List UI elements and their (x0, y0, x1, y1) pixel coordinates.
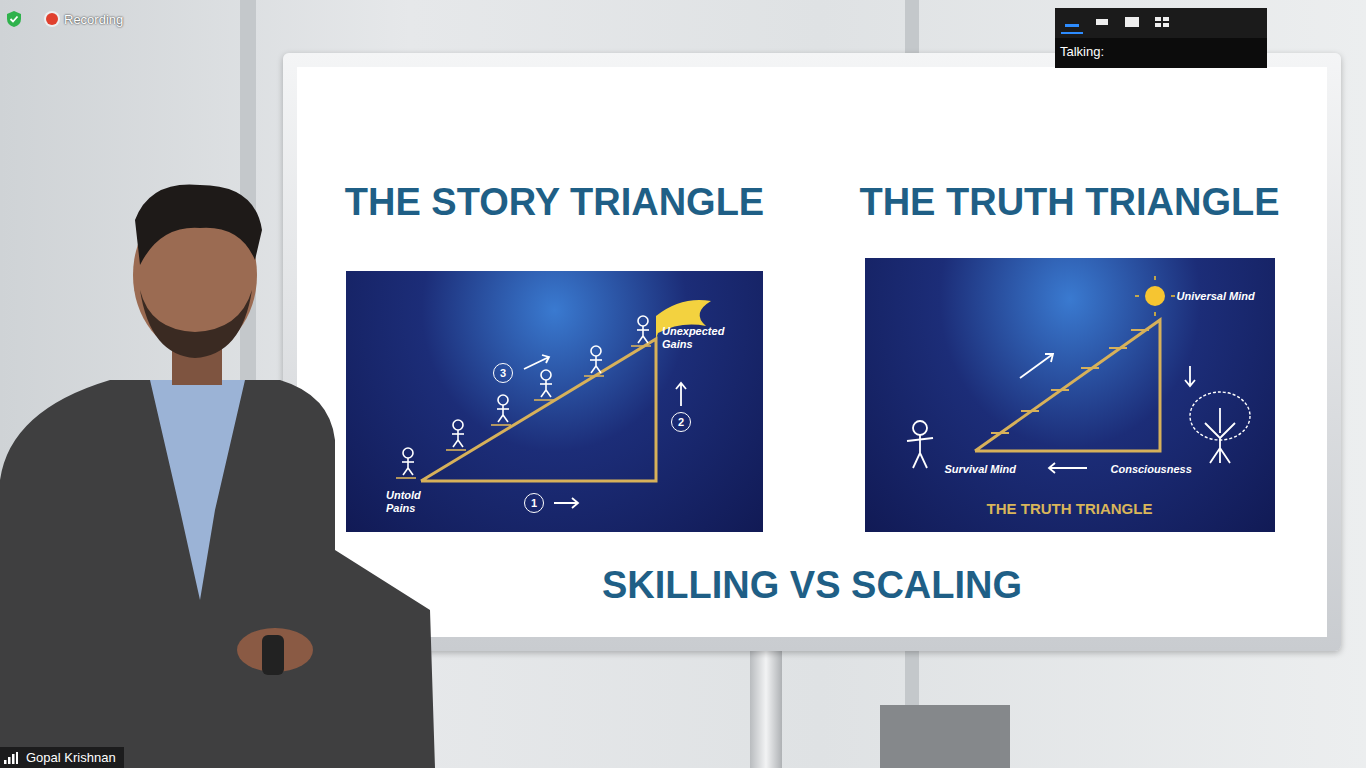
slide-column: THE TRUTH TRIANGLE Universal Mind Survival… (812, 179, 1327, 532)
view-button[interactable] (1091, 12, 1113, 34)
truth-triangle-diagram: Universal Mind Survival Mind Consciousness… (865, 258, 1275, 532)
shield-icon (6, 10, 22, 28)
view-switcher (1055, 8, 1267, 38)
diagram-label: Universal Mind (1177, 290, 1269, 303)
slide: THE STORY TRIANGLE Unexpected Gains Untold… (297, 67, 1327, 637)
story-triangle-diagram: Unexpected Gains Untold Pains 1 2 3 (346, 271, 763, 532)
slide-title: THE TRUTH TRIANGLE (859, 179, 1279, 225)
layout-icon (1094, 16, 1110, 28)
diagram-label: Untold Pains (386, 489, 436, 515)
view-button[interactable] (1151, 12, 1173, 34)
speaker-panel: Talking: (1055, 8, 1267, 68)
signal-icon (4, 752, 18, 764)
diagram-label: Survival Mind (945, 463, 1017, 476)
diagram-label: Consciousness (1111, 463, 1192, 476)
diagram-label: Unexpected Gains (662, 325, 742, 351)
view-button[interactable] (1121, 12, 1143, 34)
recording-label: Recording (64, 12, 123, 27)
layout-icon (1124, 16, 1140, 28)
talking-label: Talking: (1055, 38, 1267, 65)
diagram-caption: THE TRUTH TRIANGLE (865, 500, 1275, 517)
slide-title: THE STORY TRIANGLE (345, 179, 764, 225)
step-number: 3 (493, 363, 513, 383)
participant-name: Gopal Krishnan (26, 750, 116, 765)
record-dot-icon (46, 13, 58, 25)
slide-columns: THE STORY TRIANGLE Unexpected Gains Untold… (297, 179, 1327, 532)
slide-column: THE STORY TRIANGLE Unexpected Gains Untold… (297, 179, 812, 532)
layout-icon (1064, 16, 1080, 28)
presenter-video (0, 180, 440, 768)
video-call-screen: THE STORY TRIANGLE Unexpected Gains Untold… (0, 0, 1366, 768)
stand-base (880, 705, 1010, 768)
recording-indicator: Recording (6, 10, 123, 28)
whiteboard: THE STORY TRIANGLE Unexpected Gains Untold… (283, 53, 1341, 651)
step-number: 1 (524, 493, 544, 513)
view-button[interactable] (1061, 12, 1083, 34)
slide-footer: SKILLING VS SCALING (602, 562, 1022, 608)
board-stand (750, 648, 782, 768)
step-number: 2 (671, 412, 691, 432)
participant-name-tag: Gopal Krishnan (0, 747, 124, 768)
layout-icon (1154, 16, 1170, 28)
